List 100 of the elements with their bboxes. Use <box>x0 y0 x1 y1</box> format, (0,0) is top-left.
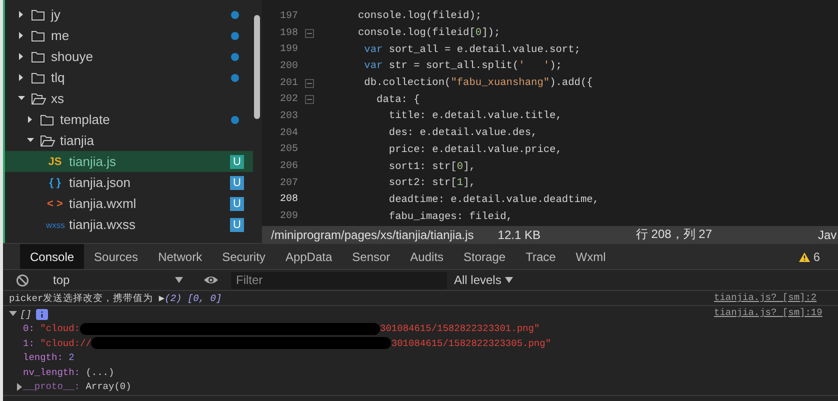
info-icon <box>36 308 48 320</box>
open-folder-icon <box>31 92 46 104</box>
devtools-tab[interactable]: Trace <box>516 244 566 269</box>
tree-item-label: xs <box>51 91 64 106</box>
tree-item[interactable]: wxss tianjia.wxss U <box>5 214 253 235</box>
tree-item-label: jy <box>51 7 60 22</box>
source-link[interactable]: tianjia.js? [sm]:2 <box>714 292 832 304</box>
scrollbar[interactable] <box>254 15 260 119</box>
tree-item-label: tianjia <box>60 133 94 148</box>
code-line: console.log(fileid[0]); <box>358 27 500 40</box>
code-line: sort1: str[0], <box>388 160 476 173</box>
tree-item[interactable]: JS tianjia.js U <box>5 151 253 172</box>
line-number: 209 <box>278 211 298 222</box>
code-line: title: e.detail.value.title, <box>388 110 562 122</box>
folder-icon <box>40 114 55 126</box>
line-number: 199 <box>278 44 298 56</box>
eye-icon[interactable] <box>203 274 219 286</box>
status-badge: U <box>230 154 244 168</box>
clear-icon[interactable] <box>16 274 29 286</box>
devtools-tab[interactable]: Sensor <box>342 244 400 269</box>
folder-icon <box>31 30 46 42</box>
tree-item[interactable]: shouye <box>5 46 253 67</box>
warning-count: 6 <box>813 250 820 264</box>
file-size: 12.1 KB <box>498 228 540 242</box>
caret-right-icon <box>16 382 23 391</box>
context-select[interactable]: top <box>43 273 189 287</box>
file-type-icon: JS <box>46 156 64 168</box>
code-line: deadtime: e.detail.value.deadtime, <box>388 194 599 206</box>
status-badge: U <box>230 196 244 210</box>
file-path: /miniprogram/pages/xs/tianjia/tianjia.js <box>271 228 474 242</box>
folder-icon <box>31 72 46 84</box>
devtools-tab[interactable]: Sources <box>84 244 148 269</box>
filter-field[interactable]: Filter <box>231 272 447 288</box>
code-line: fabu_images: fileid, <box>388 210 512 223</box>
line-number: 208 <box>278 194 298 206</box>
code-line: sort2: str[1], <box>388 177 476 190</box>
tree-item[interactable]: tlq <box>5 67 253 88</box>
open-folder-icon <box>40 134 55 146</box>
code-line: des: e.detail.value.des, <box>388 127 538 140</box>
line-number: 200 <box>278 60 298 72</box>
devtools-tab[interactable]: Storage <box>454 244 516 269</box>
file-type-icon: < > <box>46 198 64 210</box>
devtools-tab[interactable]: Network <box>148 244 212 269</box>
line-number: 198 <box>278 28 298 39</box>
array-preview: (2) [0, 0] <box>164 292 222 304</box>
tree-item[interactable]: xs <box>5 88 253 109</box>
tree-item-label: shouye <box>51 49 93 64</box>
line-number: 206 <box>278 161 298 172</box>
tree-item-label: tianjia.wxss <box>69 217 136 232</box>
tree-item[interactable]: < > tianjia.wxml U <box>5 193 253 214</box>
tree-item-label: tianjia.wxml <box>69 196 136 211</box>
object-property: nv_length: (...) <box>22 366 116 380</box>
array-summary: [] <box>20 308 32 320</box>
devtools-tab[interactable]: AppData <box>275 244 342 269</box>
folder-icon <box>31 8 46 20</box>
code-line: price: e.detail.value.price, <box>388 144 562 156</box>
caret-down-icon <box>175 277 183 283</box>
tree-item[interactable]: me <box>5 25 253 46</box>
tree-item[interactable]: jy <box>5 4 253 25</box>
object-property: 0: "cloud: 301084615/1582822323301.png" <box>22 322 541 336</box>
tree-item[interactable]: { } tianjia.json U <box>5 172 253 193</box>
caret-down-icon <box>505 277 514 283</box>
warning-icon <box>799 252 810 262</box>
devtools-tab[interactable]: Audits <box>400 244 454 269</box>
log-text: picker发送选择改变，携带值为 <box>9 292 154 304</box>
devtools-tab[interactable]: Wxml <box>566 244 616 269</box>
line-number: 207 <box>278 178 298 189</box>
devtools-tab[interactable]: Console <box>20 244 84 269</box>
cursor-position: 行 208，列 27 <box>636 226 712 243</box>
expand-arrow[interactable]: ▶ <box>153 292 165 304</box>
code-line: db.collection("fabu_xuanshang").add({ <box>363 77 593 90</box>
code-line: console.log(fileid); <box>358 10 482 22</box>
line-number: 204 <box>278 128 298 139</box>
devtools-tab[interactable]: Security <box>212 244 276 269</box>
tree-item-label: tianjia.js <box>69 154 116 169</box>
object-property: 1: "cloud:// 301084615/1582822323305.png" <box>22 336 552 350</box>
file-type-icon: wxss <box>46 220 64 230</box>
tree-item[interactable]: tianjia <box>5 130 253 151</box>
object-property: length: 2 <box>22 351 76 365</box>
levels-dropdown[interactable]: All levels <box>454 273 514 287</box>
status-badge: U <box>230 176 244 190</box>
line-number: 197 <box>278 10 298 22</box>
code-line: var sort_all = e.detail.value.sort; <box>363 44 580 56</box>
tree-item-label: me <box>51 28 70 43</box>
source-link[interactable]: tianjia.js? [sm]:19 <box>714 307 832 394</box>
tree-item[interactable]: template <box>5 109 253 130</box>
tree-item-label: tianjia.json <box>69 175 130 190</box>
folder-icon <box>31 50 46 62</box>
file-type-icon: { } <box>46 176 64 188</box>
code-line: var str = sort_all.split(' '); <box>363 60 562 72</box>
object-property: __proto__: Array(0) <box>9 380 714 394</box>
caret-down-icon[interactable] <box>9 310 17 318</box>
code-line: data: { <box>376 94 420 106</box>
line-number: 203 <box>278 110 298 122</box>
tree-item-label: template <box>60 112 110 127</box>
line-number: 201 <box>278 78 298 89</box>
tree-item-label: tlq <box>51 70 65 85</box>
language-label: Jav <box>818 228 838 242</box>
line-number: 205 <box>278 144 298 156</box>
line-number: 202 <box>278 94 298 106</box>
